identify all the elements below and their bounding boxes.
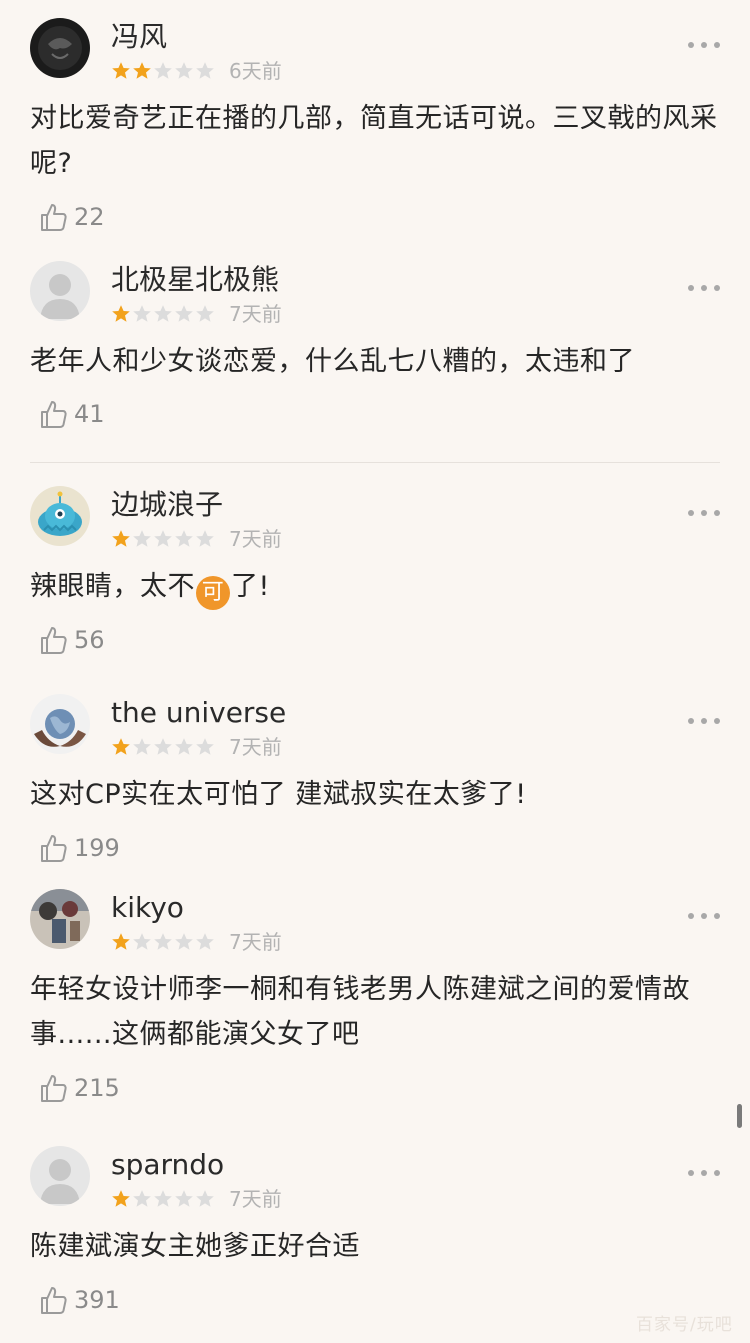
comment-text: 这对CP实在太可怕了 建斌叔实在太爹了!: [30, 779, 527, 810]
watermark: 百家号/玩吧: [636, 1315, 733, 1335]
username[interactable]: kikyo: [111, 891, 184, 925]
rating-stars: [111, 304, 215, 324]
username[interactable]: 边城浪子: [111, 488, 223, 522]
photo-avatar-icon[interactable]: [30, 889, 90, 949]
star-empty-icon: [133, 738, 151, 755]
default-user-avatar-icon[interactable]: [30, 261, 90, 321]
rating-stars: [111, 1189, 215, 1209]
more-options-icon[interactable]: [688, 1167, 720, 1179]
star-empty-icon: [175, 62, 193, 79]
more-options-icon[interactable]: [688, 507, 720, 519]
star-empty-icon: [133, 530, 151, 547]
thumbs-up-icon: [41, 627, 67, 654]
thumbs-up-icon: [41, 204, 67, 231]
like-button[interactable]: 391: [38, 1283, 120, 1317]
star-empty-icon: [175, 738, 193, 755]
star-empty-icon: [154, 530, 172, 547]
rating-stars: [111, 932, 215, 952]
like-button[interactable]: 22: [38, 200, 105, 234]
like-button[interactable]: 199: [38, 831, 120, 865]
like-count: 199: [74, 834, 120, 862]
like-count: 215: [74, 1074, 120, 1102]
star-empty-icon: [133, 305, 151, 322]
star-empty-icon: [175, 305, 193, 322]
star-filled-icon: [112, 305, 130, 322]
more-options-icon[interactable]: [688, 282, 720, 294]
star-empty-icon: [196, 530, 214, 547]
star-empty-icon: [133, 1190, 151, 1207]
timestamp: 7天前: [229, 1187, 282, 1211]
section-divider: [30, 462, 720, 463]
star-filled-icon: [112, 933, 130, 950]
like-button[interactable]: 215: [38, 1071, 120, 1105]
comment-text-part: 了!: [231, 571, 270, 602]
more-options-icon[interactable]: [688, 910, 720, 922]
username[interactable]: the universe: [111, 696, 286, 730]
timestamp: 7天前: [229, 930, 282, 954]
like-button[interactable]: 56: [38, 623, 105, 657]
more-options-icon[interactable]: [688, 39, 720, 51]
like-count: 41: [74, 400, 105, 428]
like-count: 56: [74, 626, 105, 654]
star-empty-icon: [154, 738, 172, 755]
star-empty-icon: [196, 738, 214, 755]
scrollbar-thumb[interactable]: [737, 1104, 742, 1128]
star-filled-icon: [112, 530, 130, 547]
rating-stars: [111, 737, 215, 757]
comment-text-part: 辣眼睛，太不: [30, 571, 195, 602]
thumbs-up-icon: [41, 835, 67, 862]
dark-logo-avatar-icon[interactable]: [30, 18, 90, 78]
globe-hands-avatar-icon[interactable]: [30, 694, 90, 754]
thumbs-up-icon: [41, 1075, 67, 1102]
username[interactable]: sparndo: [111, 1148, 224, 1182]
star-filled-icon: [133, 62, 151, 79]
comment-text: 对比爱奇艺正在播的几部，简直无话可说。三叉戟的风采呢?: [30, 103, 718, 179]
rating-stars: [111, 529, 215, 549]
star-empty-icon: [196, 305, 214, 322]
username[interactable]: 冯风: [111, 20, 167, 54]
default-user-avatar-icon[interactable]: [30, 1146, 90, 1206]
timestamp: 6天前: [229, 59, 282, 83]
star-filled-icon: [112, 738, 130, 755]
star-empty-icon: [154, 305, 172, 322]
comment-text: 辣眼睛，太不可了!: [30, 564, 720, 610]
star-empty-icon: [175, 1190, 193, 1207]
thumbs-up-icon: [41, 1287, 67, 1314]
star-empty-icon: [133, 933, 151, 950]
timestamp: 7天前: [229, 735, 282, 759]
like-count: 22: [74, 203, 105, 231]
star-empty-icon: [196, 1190, 214, 1207]
like-count: 391: [74, 1286, 120, 1314]
star-empty-icon: [175, 530, 193, 547]
star-empty-icon: [196, 933, 214, 950]
comment-text: 陈建斌演女主她爹正好合适: [30, 1231, 360, 1262]
username[interactable]: 北极星北极熊: [111, 263, 279, 297]
comment-text: 老年人和少女谈恋爱，什么乱七八糟的，太违和了: [30, 346, 635, 377]
more-options-icon[interactable]: [688, 715, 720, 727]
star-empty-icon: [196, 62, 214, 79]
timestamp: 7天前: [229, 302, 282, 326]
star-filled-icon: [112, 1190, 130, 1207]
thumbs-up-icon: [41, 401, 67, 428]
star-empty-icon: [154, 1190, 172, 1207]
comment-text: 年轻女设计师李一桐和有钱老男人陈建斌之间的爱情故事......这俩都能演父女了吧: [30, 974, 690, 1050]
star-empty-icon: [154, 62, 172, 79]
star-filled-icon: [112, 62, 130, 79]
cartoon-alien-avatar-icon[interactable]: [30, 486, 90, 546]
timestamp: 7天前: [229, 527, 282, 551]
like-button[interactable]: 41: [38, 397, 105, 431]
star-empty-icon: [175, 933, 193, 950]
rating-stars: [111, 61, 215, 81]
emoji-ke-icon: 可: [196, 576, 230, 610]
star-empty-icon: [154, 933, 172, 950]
